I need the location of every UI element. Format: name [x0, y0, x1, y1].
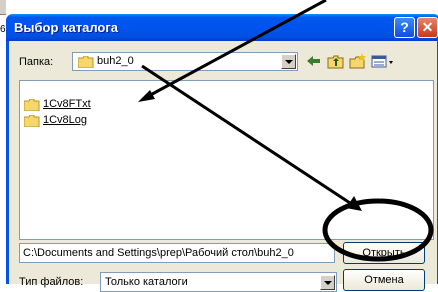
folder-list[interactable]: 1Cv8FTxt 1Cv8Log: [19, 80, 434, 240]
open-button[interactable]: Открыть: [343, 242, 425, 264]
look-in-dropdown[interactable]: buh2_0: [72, 52, 298, 71]
file-type-value: Только каталоги: [105, 276, 188, 288]
chevron-down-icon: [285, 60, 293, 64]
folder-icon: [24, 99, 40, 111]
list-item-label: 1Cv8Log: [43, 114, 88, 126]
view-menu-icon[interactable]: [371, 52, 395, 71]
folder-icon: [24, 115, 40, 127]
title-bar[interactable]: Выбор каталога ? ✕: [6, 14, 438, 41]
cancel-button[interactable]: Отмена: [343, 269, 425, 291]
background-window-edge: [0, 0, 6, 15]
list-item-label: 1Cv8FTxt: [43, 98, 91, 110]
up-folder-icon[interactable]: [327, 52, 345, 71]
look-in-label: Папка:: [19, 56, 54, 68]
look-in-dropdown-arrow[interactable]: [281, 54, 296, 69]
file-type-dropdown[interactable]: Только каталоги: [100, 272, 337, 292]
path-input[interactable]: C:\Documents and Settings\prep\Рабочий с…: [19, 243, 335, 263]
folder-icon: [78, 56, 94, 68]
look-in-value: buh2_0: [97, 55, 134, 67]
file-type-label: Тип файлов:: [19, 276, 84, 288]
help-button[interactable]: ?: [394, 17, 415, 38]
background-number: 6: [0, 24, 6, 35]
window-title: Выбор каталога: [14, 20, 119, 35]
folder-browse-dialog: Выбор каталога ? ✕ Папка: buh2_0 1Cv8FTx…: [6, 14, 438, 292]
close-button[interactable]: ✕: [417, 17, 438, 38]
file-type-dropdown-arrow[interactable]: [320, 275, 335, 290]
new-folder-icon[interactable]: [349, 52, 367, 71]
back-arrow-icon[interactable]: [305, 52, 323, 71]
